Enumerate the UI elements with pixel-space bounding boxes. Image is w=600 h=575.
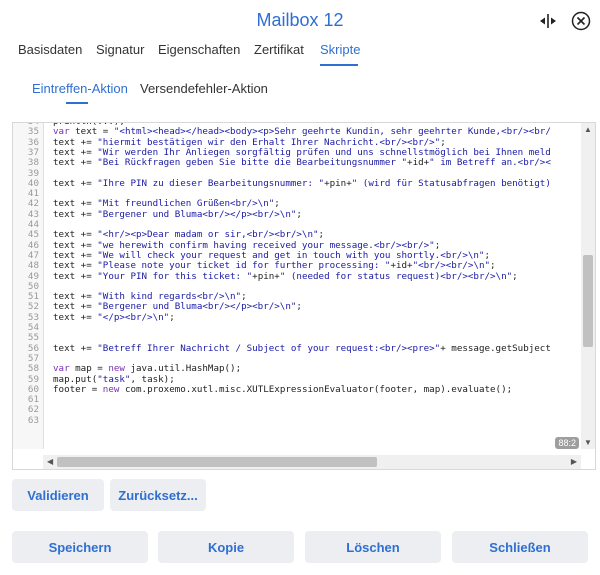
code-line[interactable]: text += "Betreff Ihrer Nachricht / Subje…	[53, 343, 551, 354]
script-editor[interactable]: 34println(...);35var text = "<html><head…	[12, 122, 596, 470]
code-line[interactable]: text += "Bei Rückfragen geben Sie bitte …	[53, 157, 551, 168]
dialog-title: Mailbox 12	[256, 10, 344, 30]
delete-button[interactable]: Löschen	[305, 531, 441, 563]
reset-button[interactable]: Zurücksetz...	[110, 479, 206, 511]
vertical-scrollbar[interactable]: ▲ ▼	[581, 123, 595, 449]
copy-button[interactable]: Kopie	[158, 531, 294, 563]
scroll-right-arrow-icon[interactable]: ▶	[571, 457, 577, 466]
code-line[interactable]: text += "</p><br/>\n";	[53, 312, 175, 323]
scroll-left-arrow-icon[interactable]: ◀	[47, 457, 53, 466]
tab-basisdaten[interactable]: Basisdaten	[18, 42, 82, 57]
code-area[interactable]: 34println(...);35var text = "<html><head…	[13, 123, 581, 449]
line-number: 38	[27, 157, 39, 169]
vertical-scroll-thumb[interactable]	[583, 255, 593, 347]
close-button[interactable]: Schließen	[452, 531, 588, 563]
line-number: 58	[27, 363, 39, 375]
main-tabs: Basisdaten Signatur Eigenschaften Zertif…	[0, 38, 600, 68]
tab-skripte[interactable]: Skripte	[320, 42, 360, 57]
save-button[interactable]: Speichern	[12, 531, 148, 563]
close-icon[interactable]	[570, 10, 592, 32]
cursor-position-badge: 88:2	[555, 437, 579, 449]
code-line[interactable]: footer = new com.proxemo.xutl.misc.XUTLE…	[53, 384, 512, 395]
subtab-versendefehler-aktion[interactable]: Versendefehler-Aktion	[140, 81, 268, 96]
line-number: 48	[27, 260, 39, 272]
code-line[interactable]: var map = new java.util.HashMap();	[53, 363, 241, 374]
subtab-eintreffen-aktion[interactable]: Eintreffen-Aktion	[32, 81, 128, 96]
line-number: 63	[27, 414, 39, 426]
scroll-down-arrow-icon[interactable]: ▼	[584, 438, 592, 447]
horizontal-scroll-thumb[interactable]	[57, 457, 377, 467]
active-tab-indicator	[320, 64, 358, 66]
scroll-up-arrow-icon[interactable]: ▲	[584, 125, 592, 134]
code-line[interactable]: text += "Ihre PIN zu dieser Bearbeitungs…	[53, 178, 551, 189]
split-width-icon[interactable]	[537, 10, 559, 32]
horizontal-scrollbar[interactable]: ◀ ▶	[43, 455, 581, 469]
tab-zertifikat[interactable]: Zertifikat	[254, 42, 304, 57]
tab-eigenschaften[interactable]: Eigenschaften	[158, 42, 240, 57]
dialog-header: Mailbox 12	[0, 0, 600, 40]
tab-signatur[interactable]: Signatur	[96, 42, 144, 57]
script-subtabs: Eintreffen-Aktion Versendefehler-Aktion	[0, 72, 600, 106]
active-subtab-indicator	[66, 102, 88, 104]
code-line[interactable]: text += "Your PIN for this ticket: "+pin…	[53, 271, 518, 282]
validate-button[interactable]: Validieren	[12, 479, 104, 511]
code-line[interactable]: text += "Bergener und Bluma<br/></p><br/…	[53, 209, 302, 220]
